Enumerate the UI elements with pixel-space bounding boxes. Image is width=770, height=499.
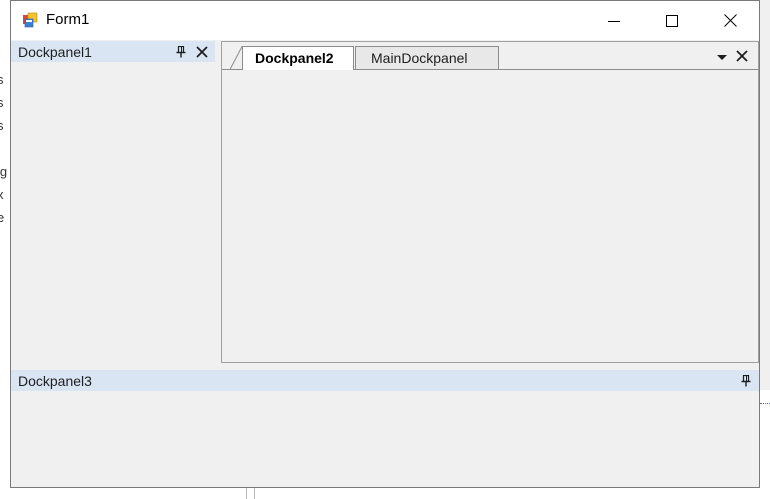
- window-title: Form1: [46, 11, 90, 28]
- close-icon: [723, 14, 737, 27]
- dockpanel3-title: Dockpanel3: [18, 373, 92, 389]
- winforms-app-icon: [23, 12, 38, 28]
- minimize-icon: [608, 20, 620, 22]
- tab-maindockpanel[interactable]: MainDockpanel: [355, 46, 499, 69]
- pin-icon[interactable]: [176, 46, 186, 58]
- title-bar[interactable]: Form1: [11, 1, 759, 40]
- tab-dockpanel2[interactable]: Dockpanel2: [242, 46, 354, 70]
- document-tab-area: Dockpanel2 MainDockpanel: [221, 41, 759, 363]
- dockpanel1-title: Dockpanel1: [18, 44, 92, 60]
- background-bottom-strip: [10, 488, 770, 499]
- background-text-fragment: s: [0, 118, 4, 133]
- dockpanel3-header[interactable]: Dockpanel3: [11, 370, 759, 391]
- background-divider: [246, 488, 247, 499]
- background-text-fragment: ig: [0, 164, 8, 179]
- tab-label: Dockpanel2: [255, 50, 334, 66]
- background-text-fragment: s: [0, 72, 4, 87]
- close-button[interactable]: [701, 1, 759, 40]
- background-divider: [254, 488, 255, 499]
- dockpanel1-body: [11, 62, 215, 362]
- dockpanel1-header[interactable]: Dockpanel1: [11, 41, 215, 62]
- dockpanel3-body: [11, 391, 759, 487]
- background-text-fragment: x: [0, 187, 4, 202]
- dockpanel2-body: [222, 70, 758, 362]
- minimize-button[interactable]: [585, 1, 643, 40]
- background-text-fragment: s: [0, 95, 4, 110]
- dropdown-arrow-icon[interactable]: [716, 52, 728, 62]
- background-text-fragment: e: [0, 210, 5, 225]
- background-dotted-line: [760, 403, 770, 404]
- close-icon[interactable]: [196, 46, 208, 58]
- tab-label: MainDockpanel: [371, 50, 468, 66]
- maximize-button[interactable]: [643, 1, 701, 40]
- pin-icon[interactable]: [741, 375, 751, 387]
- close-icon[interactable]: [736, 50, 748, 62]
- maximize-icon: [666, 14, 678, 27]
- form-window: Form1 Dockpanel1 Dockpanel2 MainDockpane…: [10, 0, 760, 488]
- background-right-strip: [760, 390, 770, 488]
